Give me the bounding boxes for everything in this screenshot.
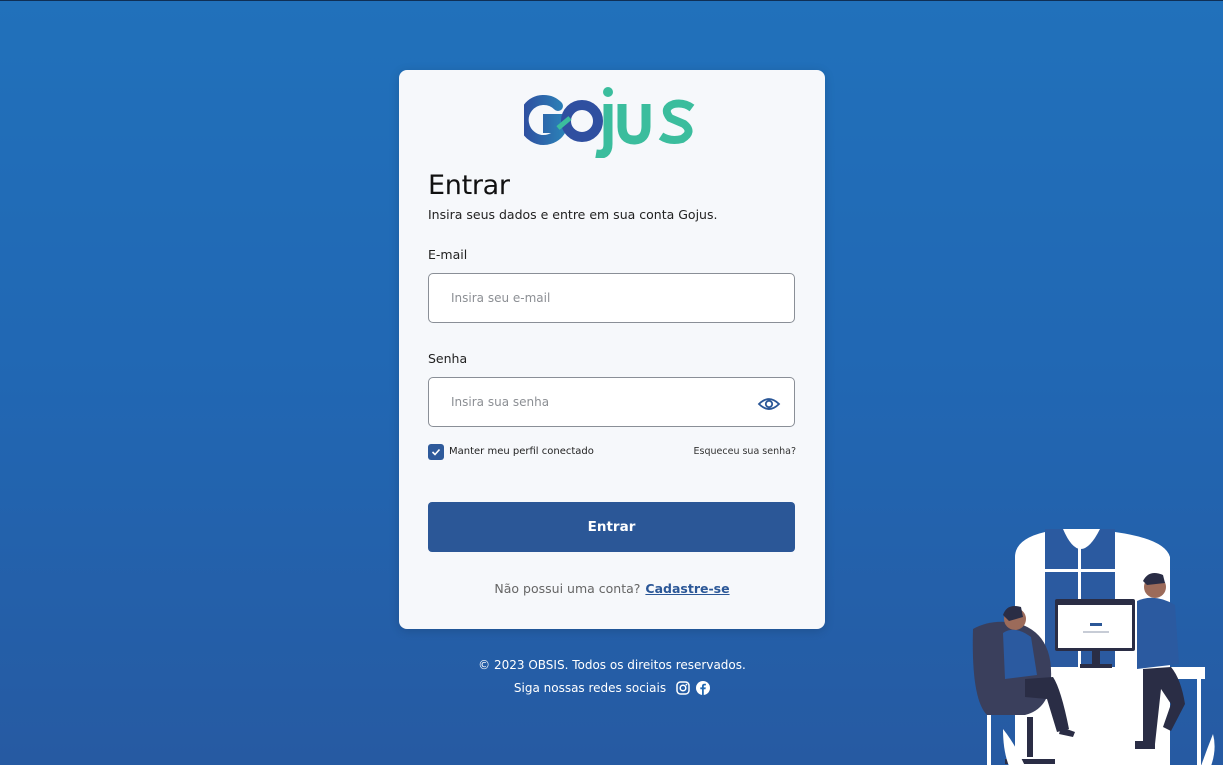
social-label: Siga nossas redes sociais xyxy=(513,681,667,695)
password-input[interactable] xyxy=(428,377,795,427)
social-row: Siga nossas redes sociais xyxy=(399,681,825,695)
remember-label: Manter meu perfil conectado xyxy=(449,446,594,457)
forgot-password-link[interactable]: Esqueceu sua senha? xyxy=(694,446,796,457)
gojus-logo xyxy=(524,87,695,158)
signup-prompt: Não possui uma conta? xyxy=(494,581,641,596)
eye-icon[interactable] xyxy=(757,392,781,416)
footer: © 2023 OBSIS. Todos os direitos reservad… xyxy=(399,658,825,695)
office-illustration xyxy=(972,529,1215,765)
login-card: Entrar Insira seus dados e entre em sua … xyxy=(399,70,825,629)
remember-checkbox[interactable] xyxy=(428,444,444,460)
signup-row: Não possui uma conta? Cadastre-se xyxy=(399,581,825,596)
email-label: E-mail xyxy=(428,247,468,262)
facebook-icon[interactable] xyxy=(696,681,711,695)
page-subtitle: Insira seus dados e entre em sua conta G… xyxy=(428,207,718,222)
page-title: Entrar xyxy=(428,170,510,201)
copyright-text: © 2023 OBSIS. Todos os direitos reservad… xyxy=(478,658,746,672)
password-label: Senha xyxy=(428,351,468,366)
checkmark-icon xyxy=(431,448,441,456)
email-input[interactable] xyxy=(428,273,795,323)
signup-link[interactable]: Cadastre-se xyxy=(645,581,729,596)
instagram-icon[interactable] xyxy=(676,681,690,695)
submit-button[interactable]: Entrar xyxy=(428,502,795,552)
